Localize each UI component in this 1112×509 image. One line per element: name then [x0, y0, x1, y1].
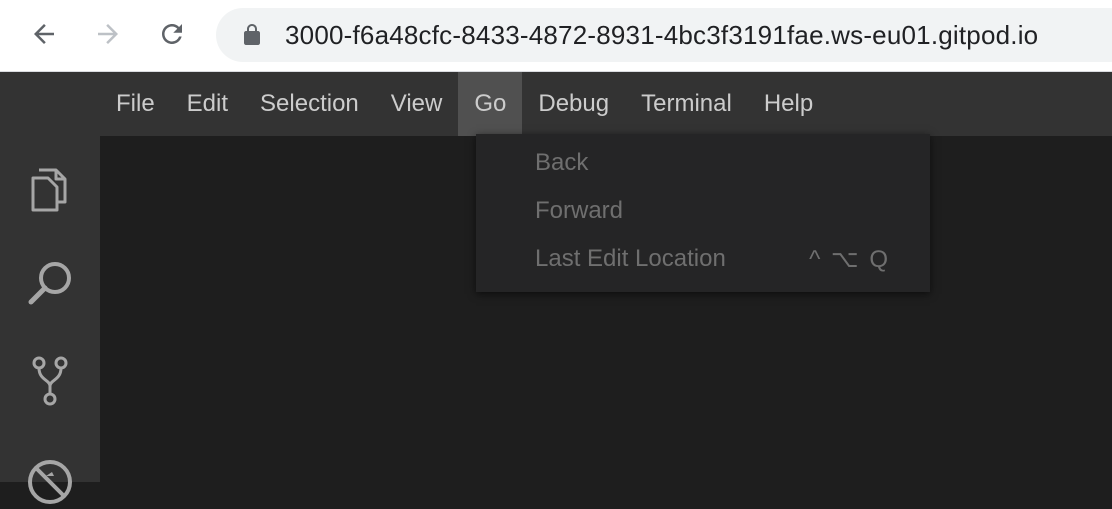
menu-item-shortcut: ^ ⌥ Q	[809, 245, 890, 273]
browser-forward-button[interactable]	[88, 14, 128, 54]
menu-item-label: Forward	[535, 197, 624, 224]
menu-terminal[interactable]: Terminal	[625, 72, 748, 136]
menu-help[interactable]: Help	[748, 72, 829, 136]
menubar: File Edit Selection View Go Debug Termin…	[0, 72, 1112, 136]
activity-bar	[0, 136, 100, 504]
source-control-icon	[32, 356, 68, 406]
go-menu-last-edit-location[interactable]: Last Edit Location ^ ⌥ Q	[476, 235, 930, 283]
url-text[interactable]: 3000-f6a48cfc-8433-4872-8931-4bc3f3191fa…	[285, 20, 1038, 51]
browser-back-button[interactable]	[24, 14, 64, 54]
go-menu-back[interactable]: Back	[476, 139, 930, 187]
menu-file[interactable]: File	[100, 72, 171, 136]
menu-item-label: Back	[535, 149, 589, 176]
address-bar[interactable]: 3000-f6a48cfc-8433-4872-8931-4bc3f3191fa…	[216, 8, 1112, 62]
go-menu-dropdown: Back Forward Last Edit Location ^ ⌥ Q	[476, 134, 930, 292]
activity-search[interactable]	[22, 256, 78, 312]
go-menu-forward[interactable]: Forward	[476, 187, 930, 235]
search-icon	[28, 262, 71, 305]
browser-toolbar: 3000-f6a48cfc-8433-4872-8931-4bc3f3191fa…	[0, 0, 1112, 72]
forward-arrow-icon	[98, 24, 118, 44]
menu-go[interactable]: Go	[458, 72, 523, 136]
back-arrow-icon	[34, 24, 54, 44]
menu-edit[interactable]: Edit	[171, 72, 244, 136]
explorer-icon	[31, 168, 67, 212]
activity-source-control[interactable]	[22, 352, 78, 408]
menu-view[interactable]: View	[375, 72, 459, 136]
debug-icon	[28, 460, 72, 504]
reload-icon	[162, 24, 182, 44]
activity-explorer[interactable]	[22, 160, 78, 216]
activity-debug[interactable]	[22, 448, 78, 504]
browser-reload-button[interactable]	[152, 14, 192, 54]
lock-icon[interactable]	[240, 23, 264, 47]
menu-selection[interactable]: Selection	[244, 72, 375, 136]
menu-debug[interactable]: Debug	[522, 72, 625, 136]
menu-item-label: Last Edit Location	[535, 245, 726, 272]
